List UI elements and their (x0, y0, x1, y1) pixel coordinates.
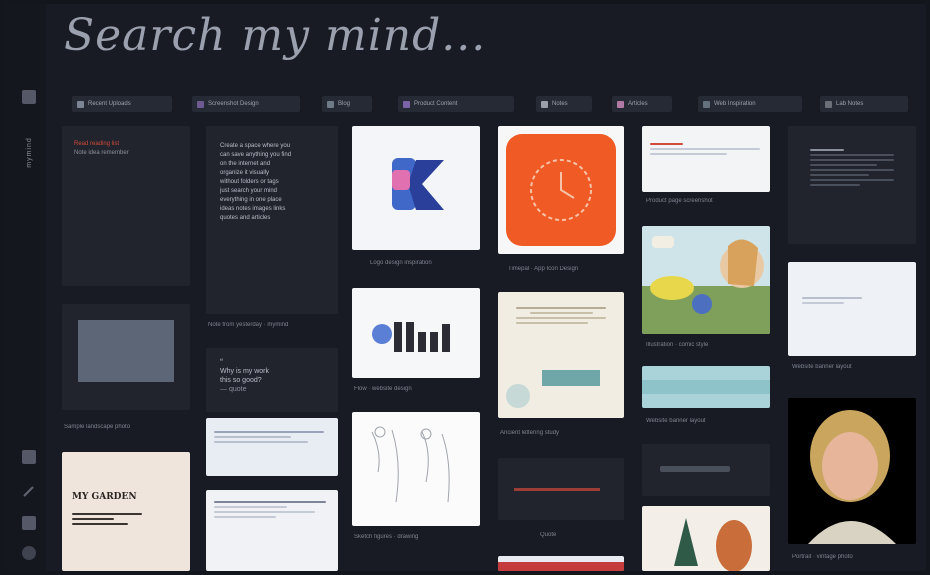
note-card[interactable]: Read reading list Note idea remember (62, 126, 190, 286)
card-caption: Flow · website design (354, 386, 412, 392)
cartoon-image (642, 236, 770, 334)
flow-card[interactable] (352, 288, 480, 378)
tag-color-icon (825, 100, 832, 108)
tag-bar: Recent Uploads Screenshot Design Blog Pr… (72, 96, 912, 112)
card-caption: Illustration · comic style (646, 342, 709, 348)
note-text: everything in one place (220, 197, 282, 203)
parchment-seal (506, 384, 530, 408)
parchment-text (516, 304, 606, 327)
app-window: mymind Search my mind... Recent Uploads … (4, 4, 926, 571)
trees-image (674, 518, 752, 571)
tag-chip[interactable]: Product Content (398, 96, 514, 112)
screenshot-card[interactable] (206, 490, 338, 571)
tag-color-icon (403, 100, 410, 108)
grid-icon[interactable] (22, 450, 36, 464)
sidebar-brand: mymind (25, 136, 33, 168)
screenshot-content (214, 498, 326, 521)
note-text: without folders or tags (220, 179, 279, 185)
banner-stripe (642, 380, 770, 394)
screenshot-content (214, 428, 324, 446)
tag-chip[interactable]: Blog (322, 96, 372, 112)
cartoon-card[interactable] (642, 226, 770, 334)
card-caption: Product page screenshot (646, 198, 713, 204)
tag-color-icon (77, 100, 84, 108)
note-text: Create a space where you (220, 143, 291, 149)
sketch-card[interactable] (352, 412, 480, 526)
quote-card[interactable] (498, 458, 624, 520)
settings-icon[interactable] (22, 546, 36, 560)
tag-color-icon (327, 100, 334, 108)
search-input[interactable]: Search my mind... (64, 10, 486, 61)
logo-image (392, 158, 444, 210)
note-text: — quote (220, 386, 247, 393)
flow-logo-image (372, 322, 450, 352)
note-text: ideas notes images links (220, 206, 286, 212)
card-caption: Note from yesterday · mymind (208, 322, 289, 328)
edit-icon[interactable] (22, 484, 36, 498)
card-caption: Ancient lettering study (500, 430, 560, 436)
screenshot-card[interactable] (642, 126, 770, 192)
note-text: just search your mind (220, 188, 278, 194)
tag-chip[interactable]: Web Inspiration (698, 96, 802, 112)
tag-color-icon (541, 100, 548, 108)
parchment-card[interactable] (498, 292, 624, 418)
red-text-line (514, 488, 600, 491)
tag-chip[interactable]: Lab Notes (820, 96, 908, 112)
poster-card[interactable]: MY GARDEN (62, 452, 190, 571)
note-text: Why is my work (220, 368, 269, 375)
text-note-card[interactable]: Create a space where you can save anythi… (206, 126, 338, 314)
card-caption: Sketch figures · drawing (354, 534, 419, 540)
image-strip (498, 562, 624, 571)
note-text-bar (660, 466, 730, 472)
note-text: on the internet and (220, 161, 271, 167)
card-caption: Website banner layout (646, 418, 706, 424)
tag-color-icon (703, 100, 710, 108)
note-text: this so good? (220, 377, 262, 384)
screenshot-card[interactable] (206, 418, 338, 476)
note-text: Note idea remember (74, 150, 129, 156)
image-card[interactable] (62, 304, 190, 410)
gray-image (78, 320, 174, 382)
note-text: quotes and articles (220, 215, 271, 221)
tag-color-icon (617, 100, 624, 108)
card-caption: Timepal · App Icon Design (508, 266, 579, 272)
card-caption: Logo design inspiration (370, 260, 432, 266)
card-caption: Portrait · vintage photo (792, 554, 853, 560)
menu-icon[interactable] (22, 90, 36, 104)
note-text: Read reading list (74, 141, 120, 147)
card-caption: Sample landscape photo (64, 424, 131, 430)
quote-card[interactable]: “ Why is my work this so good? — quote (206, 348, 338, 412)
note-card[interactable] (642, 444, 770, 496)
folder-icon[interactable] (22, 516, 36, 530)
screenshot-card[interactable] (788, 262, 916, 356)
image-card[interactable] (498, 556, 624, 571)
document-card[interactable] (788, 126, 916, 244)
poster-title: MY GARDEN (72, 492, 137, 502)
tag-chip[interactable]: Articles (612, 96, 672, 112)
sidebar: mymind (4, 4, 46, 571)
tag-chip[interactable]: Recent Uploads (72, 96, 172, 112)
card-caption: Quote (540, 532, 557, 538)
document-text (810, 146, 894, 189)
banner-card[interactable] (642, 366, 770, 408)
trees-card[interactable] (642, 506, 770, 571)
screenshot-content (650, 140, 760, 158)
card-caption: Website banner layout (792, 364, 852, 370)
sketch-image (371, 426, 450, 503)
tag-chip[interactable]: Screenshot Design (192, 96, 300, 112)
logo-card[interactable] (352, 126, 480, 250)
clock-card[interactable] (498, 126, 624, 254)
note-text: organize it visually (220, 170, 270, 176)
quote-mark: “ (220, 358, 223, 367)
screenshot-content (802, 294, 862, 307)
clock-app-icon (506, 134, 616, 246)
poster-text (72, 510, 142, 528)
note-text: can save anything you find (220, 152, 292, 158)
tag-color-icon (197, 100, 204, 108)
parchment-badge (542, 370, 600, 386)
tag-chip[interactable]: Notes (536, 96, 592, 112)
portrait-image (808, 410, 896, 544)
portrait-card[interactable] (788, 398, 916, 544)
